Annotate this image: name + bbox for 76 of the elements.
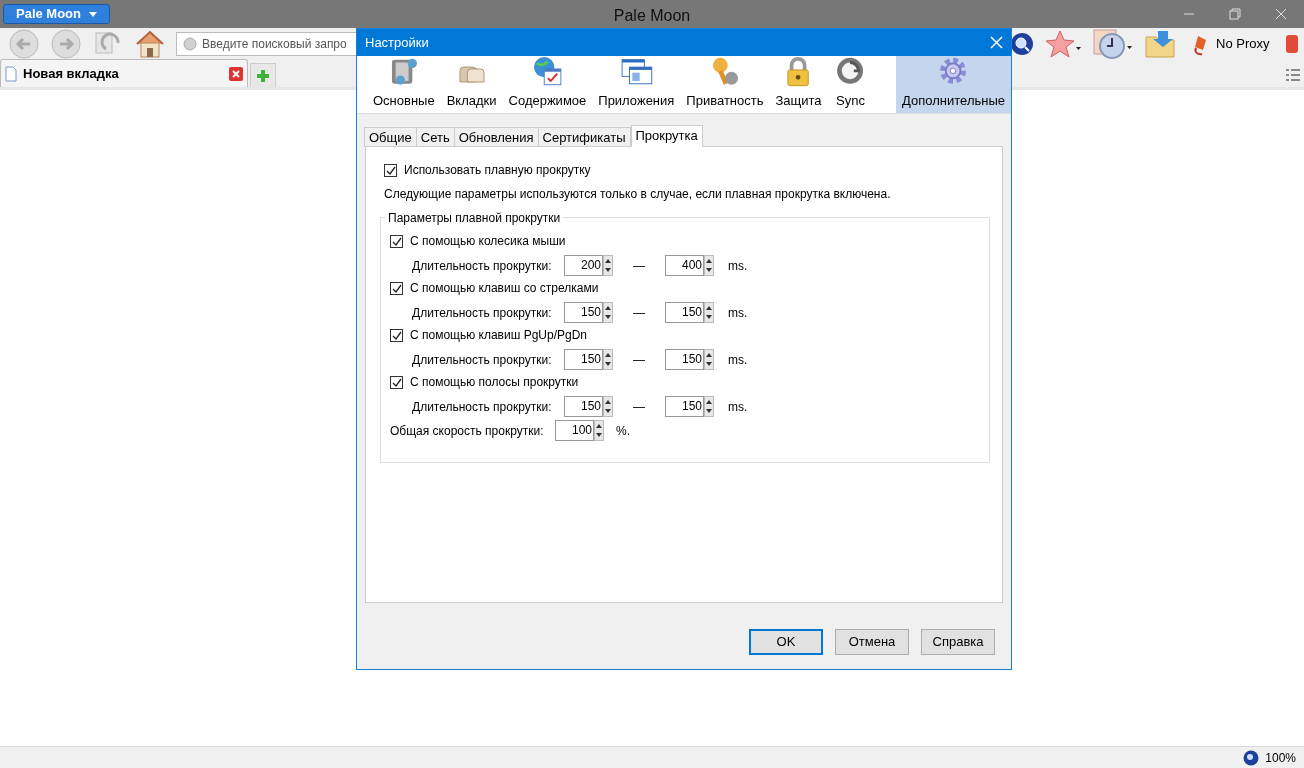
checkbox[interactable]	[390, 281, 403, 295]
spinner-icon[interactable]	[603, 396, 613, 417]
dialog-button[interactable]: OK	[749, 629, 823, 655]
checkbox[interactable]	[384, 163, 397, 177]
close-tab-icon[interactable]	[229, 66, 243, 81]
unit-label: ms.	[728, 351, 748, 369]
dash-text: —	[632, 398, 646, 416]
dialog-button[interactable]: Справка	[921, 629, 995, 655]
category-tab[interactable]: Дополнительные	[896, 56, 1011, 113]
number-field[interactable]: 200	[564, 255, 603, 276]
checkbox-label: С помощью клавиш со стрелками	[410, 280, 599, 297]
spinner-icon[interactable]	[704, 396, 714, 417]
zoom-icon	[1243, 749, 1260, 766]
number-field[interactable]: 100	[555, 420, 594, 441]
dash-text: —	[632, 257, 646, 275]
eraser-icon[interactable]	[1285, 33, 1300, 55]
unit-label: %.	[616, 422, 630, 440]
unit-label: ms.	[728, 398, 748, 416]
info-text: Следующие параметры используются только в случае, если плавная прокрутка включена.	[384, 186, 892, 203]
dialog-title: Настройки	[365, 33, 429, 52]
home-icon[interactable]	[134, 29, 166, 59]
window-title: Pale Moon	[612, 6, 692, 26]
number-field[interactable]: 150	[665, 396, 704, 417]
spinner-icon[interactable]	[704, 302, 714, 323]
unit-label: ms.	[728, 257, 748, 275]
spinner-icon[interactable]	[603, 349, 613, 370]
field-label: Длительность прокрутки:	[412, 304, 553, 322]
checkbox-label: С помощью клавиш PgUp/PgDn	[410, 327, 588, 344]
zoom-level: 100%	[1265, 749, 1296, 767]
field-label: Длительность прокрутки:	[412, 257, 553, 275]
star-icon[interactable]	[1044, 29, 1082, 59]
number-field[interactable]: 150	[564, 302, 603, 323]
checkmark-icon	[391, 235, 402, 247]
number-field[interactable]: 150	[564, 349, 603, 370]
globe-icon	[183, 37, 197, 51]
browser-tab[interactable]: Новая вкладка	[0, 59, 248, 87]
number-field[interactable]: 400	[665, 255, 704, 276]
field-label: Длительность прокрутки:	[412, 398, 553, 416]
spinner-icon[interactable]	[603, 255, 613, 276]
checkbox-label: С помощью полосы прокрутки	[410, 374, 579, 391]
checkmark-icon	[385, 164, 396, 176]
dash-text: —	[632, 304, 646, 322]
checkbox[interactable]	[390, 375, 403, 389]
number-field[interactable]: 150	[665, 349, 704, 370]
number-field[interactable]: 150	[665, 302, 704, 323]
settings-subtab[interactable]: Сертификаты	[537, 127, 631, 147]
dialog-button[interactable]: Отмена	[835, 629, 909, 655]
magnifier-icon[interactable]	[1010, 32, 1034, 56]
settings-subtab[interactable]: Прокрутка	[630, 125, 703, 147]
list-icon[interactable]	[1286, 69, 1300, 81]
spinner-icon[interactable]	[594, 420, 604, 441]
field-label: Длительность прокрутки:	[412, 351, 553, 369]
checkbox[interactable]	[390, 328, 403, 342]
number-field[interactable]: 150	[564, 396, 603, 417]
unit-label: ms.	[728, 304, 748, 322]
proxy-button[interactable]: No Proxy	[1192, 32, 1270, 56]
search-placeholder: Введите поисковый запро	[202, 36, 347, 53]
spinner-icon[interactable]	[704, 349, 714, 370]
history-clock-icon[interactable]	[1092, 28, 1134, 60]
plus-icon	[257, 69, 269, 82]
spinner-icon[interactable]	[603, 302, 613, 323]
settings-subtab[interactable]: Общие	[364, 127, 417, 147]
group-legend: Параметры плавной прокрутки	[385, 209, 564, 227]
checkmark-icon	[391, 329, 402, 341]
dash-text: —	[632, 351, 646, 369]
spinner-icon[interactable]	[704, 255, 714, 276]
caret-icon	[89, 11, 97, 17]
folder-icon[interactable]	[1144, 29, 1176, 59]
checkbox[interactable]	[390, 234, 403, 248]
checkmark-icon	[391, 282, 402, 294]
app-menu-button[interactable]: Pale Moon	[3, 4, 110, 24]
checkmark-icon	[391, 376, 402, 388]
checkbox-label: Использовать плавную прокрутку	[404, 162, 591, 179]
field-label: Общая скорость прокрутки:	[390, 422, 545, 440]
checkbox-label: С помощью колесика мыши	[410, 233, 566, 250]
page-icon	[5, 65, 17, 82]
